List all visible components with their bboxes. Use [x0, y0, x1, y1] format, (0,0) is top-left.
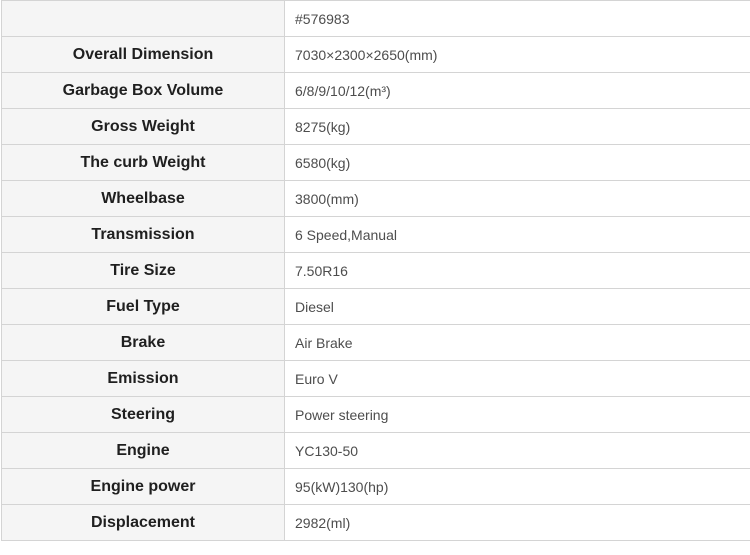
- spec-value: 6/8/9/10/12(m³): [284, 72, 750, 109]
- spec-label: Garbage Box Volume: [1, 72, 285, 109]
- table-header-row: #576983: [1, 0, 750, 37]
- spec-value: YC130-50: [284, 432, 750, 469]
- header-label-cell: [1, 0, 285, 37]
- spec-value: Diesel: [284, 288, 750, 325]
- spec-table: #576983 Overall Dimension 7030×2300×2650…: [1, 0, 750, 541]
- spec-label: Overall Dimension: [1, 36, 285, 73]
- spec-value: 8275(kg): [284, 108, 750, 145]
- spec-label: Wheelbase: [1, 180, 285, 217]
- spec-value: 6 Speed,Manual: [284, 216, 750, 253]
- table-row: Transmission 6 Speed,Manual: [1, 216, 750, 253]
- spec-label: Fuel Type: [1, 288, 285, 325]
- spec-value: 3800(mm): [284, 180, 750, 217]
- spec-value: 7030×2300×2650(mm): [284, 36, 750, 73]
- table-row: Tire Size 7.50R16: [1, 252, 750, 289]
- table-row: Emission Euro V: [1, 360, 750, 397]
- table-row: Gross Weight 8275(kg): [1, 108, 750, 145]
- spec-label: Emission: [1, 360, 285, 397]
- spec-value: Power steering: [284, 396, 750, 433]
- table-row: Garbage Box Volume 6/8/9/10/12(m³): [1, 72, 750, 109]
- table-row: Wheelbase 3800(mm): [1, 180, 750, 217]
- table-row: Steering Power steering: [1, 396, 750, 433]
- spec-label: Gross Weight: [1, 108, 285, 145]
- spec-value: 6580(kg): [284, 144, 750, 181]
- table-row: Engine YC130-50: [1, 432, 750, 469]
- spec-label: The curb Weight: [1, 144, 285, 181]
- spec-label: Transmission: [1, 216, 285, 253]
- spec-value: 2982(ml): [284, 504, 750, 541]
- spec-label: Tire Size: [1, 252, 285, 289]
- table-row: The curb Weight 6580(kg): [1, 144, 750, 181]
- spec-value: Euro V: [284, 360, 750, 397]
- header-value-cell: #576983: [284, 0, 750, 37]
- spec-table-body: #576983 Overall Dimension 7030×2300×2650…: [1, 0, 750, 541]
- table-row: Brake Air Brake: [1, 324, 750, 361]
- spec-label: Steering: [1, 396, 285, 433]
- spec-label: Engine: [1, 432, 285, 469]
- spec-value: 7.50R16: [284, 252, 750, 289]
- spec-value: Air Brake: [284, 324, 750, 361]
- table-row: Displacement 2982(ml): [1, 504, 750, 541]
- spec-label: Displacement: [1, 504, 285, 541]
- table-row: Overall Dimension 7030×2300×2650(mm): [1, 36, 750, 73]
- table-row: Fuel Type Diesel: [1, 288, 750, 325]
- table-row: Engine power 95(kW)130(hp): [1, 468, 750, 505]
- spec-value: 95(kW)130(hp): [284, 468, 750, 505]
- spec-label: Engine power: [1, 468, 285, 505]
- spec-label: Brake: [1, 324, 285, 361]
